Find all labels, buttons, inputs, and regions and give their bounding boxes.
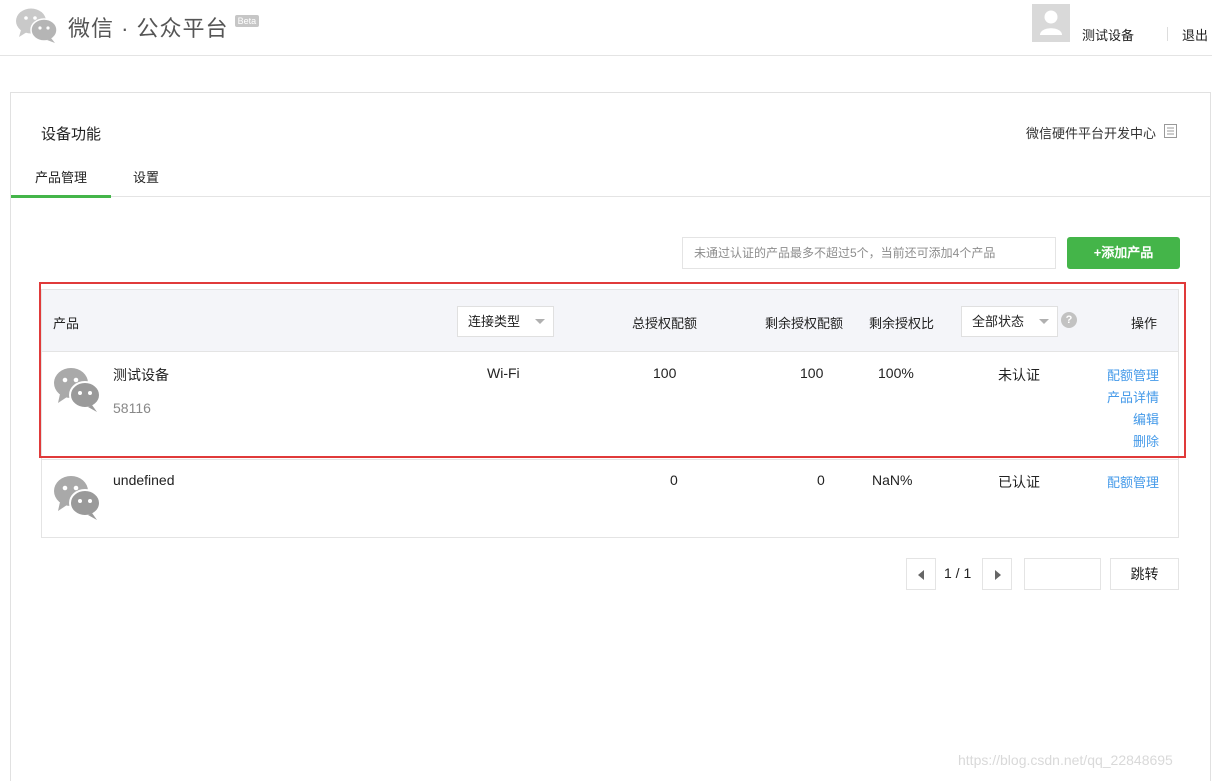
jump-button[interactable]: 跳转: [1110, 558, 1179, 590]
table-row: 测试设备 58116 Wi-Fi 100 100 100% 未认证 配额管理 产…: [42, 352, 1178, 460]
dev-center-label: 微信硬件平台开发中心: [1025, 126, 1156, 141]
user-icon: [1040, 9, 1062, 38]
page-number-input[interactable]: [1024, 558, 1101, 590]
connection-type-select[interactable]: 连接类型: [457, 306, 554, 337]
main-panel: 设备功能 微信硬件平台开发中心 产品管理 设置 未通过认证的产品最多不超过5个，…: [10, 92, 1211, 781]
page-title: 设备功能: [41, 126, 102, 143]
total-quota: 100: [653, 365, 677, 381]
tab-bar: 产品管理 设置: [11, 157, 1210, 198]
next-page-button[interactable]: [982, 558, 1012, 590]
remaining-quota: 100: [800, 365, 824, 381]
header-remaining-ratio: 剩余授权比: [869, 316, 935, 331]
chevron-down-icon: [1039, 319, 1049, 324]
quota-management-link[interactable]: 配额管理: [1107, 472, 1159, 491]
status-filter-select[interactable]: 全部状态: [961, 306, 1058, 337]
product-table: 产品 连接类型 总授权配额 剩余授权配额 剩余授权比 全部状态 ? 操作 测试设…: [41, 289, 1179, 538]
chevron-down-icon: [535, 319, 545, 324]
wechat-logo-icon: [14, 6, 60, 47]
connection-type-label: 连接类型: [468, 314, 521, 329]
app-title: 微信 · 公众平台: [68, 15, 229, 41]
product-name: 测试设备: [113, 367, 169, 383]
product-icon: [52, 364, 102, 417]
top-bar: 微信 · 公众平台 Beta 测试设备 退出: [0, 0, 1212, 56]
chevron-right-icon: [995, 570, 1001, 580]
user-name[interactable]: 测试设备: [1082, 25, 1134, 44]
beta-badge: Beta: [234, 14, 260, 27]
table-header: 产品 连接类型 总授权配额 剩余授权配额 剩余授权比 全部状态 ? 操作: [42, 290, 1178, 352]
product-name: undefined: [113, 472, 175, 488]
edit-link[interactable]: 编辑: [1133, 409, 1159, 428]
logout-link[interactable]: 退出: [1182, 25, 1208, 44]
tab-settings[interactable]: 设置: [133, 167, 159, 186]
active-tab-indicator: [11, 195, 111, 198]
chevron-left-icon: [918, 570, 924, 580]
remaining-quota: 0: [817, 472, 825, 488]
remaining-ratio: NaN%: [872, 472, 913, 488]
header-product: 产品: [53, 316, 80, 331]
product-detail-link[interactable]: 产品详情: [1107, 387, 1159, 406]
header-total-quota: 总授权配额: [632, 316, 698, 331]
quota-notice: 未通过认证的产品最多不超过5个，当前还可添加4个产品: [682, 237, 1056, 269]
status-badge: 已认证: [998, 474, 1040, 490]
avatar[interactable]: [1032, 4, 1070, 42]
help-icon[interactable]: ?: [1061, 312, 1077, 328]
remaining-ratio: 100%: [878, 365, 914, 381]
status-badge: 未认证: [998, 367, 1040, 383]
quota-management-link[interactable]: 配额管理: [1107, 365, 1159, 384]
logo[interactable]: 微信 · 公众平台 Beta: [14, 6, 260, 47]
total-quota: 0: [670, 472, 678, 488]
prev-page-button[interactable]: [906, 558, 936, 590]
status-filter-label: 全部状态: [972, 314, 1025, 329]
product-id: 58116: [113, 400, 151, 416]
header-actions: 操作: [1131, 316, 1158, 331]
delete-link[interactable]: 删除: [1133, 431, 1159, 450]
document-icon: [1156, 123, 1178, 142]
product-icon: [52, 472, 102, 525]
header-remaining-quota: 剩余授权配额: [765, 316, 844, 331]
connection-type: Wi-Fi: [487, 365, 520, 381]
dev-center-link[interactable]: 微信硬件平台开发中心: [1026, 123, 1178, 142]
page-indicator: 1 / 1: [944, 565, 972, 581]
table-row: undefined 0 0 NaN% 已认证 配额管理: [42, 460, 1178, 537]
tab-product-management[interactable]: 产品管理: [11, 167, 111, 186]
divider: [1167, 27, 1168, 41]
add-product-button[interactable]: +添加产品: [1067, 237, 1180, 269]
watermark: https://blog.csdn.net/qq_22848695: [958, 752, 1173, 768]
